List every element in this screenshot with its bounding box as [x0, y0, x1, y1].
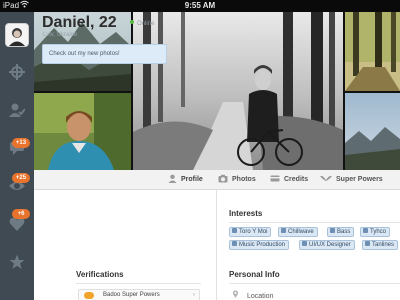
status-bar: iPad 9:55 AM: [0, 0, 400, 12]
badoo-icon: [84, 292, 94, 299]
verifications-title: Verifications: [76, 270, 124, 279]
visitors-badge: +25: [12, 173, 30, 183]
profile-tabs: Profile Photos Credits Super Powers: [34, 170, 400, 190]
profile-name: Daniel, 22: [42, 14, 117, 31]
location-pin-icon: [232, 290, 239, 300]
interest-icon: [365, 241, 370, 246]
online-status: Online: [130, 20, 154, 27]
heart-icon[interactable]: [0, 216, 34, 237]
personal-info-title: Personal Info: [229, 270, 280, 279]
interest-icon: [281, 228, 286, 233]
interests-divider: [229, 222, 400, 223]
tab-super-powers[interactable]: Super Powers: [320, 170, 383, 190]
crosshair-icon[interactable]: [0, 64, 34, 85]
profile-location: Lviv, Ukraine: [43, 32, 78, 38]
user-icon: [168, 170, 177, 190]
user-check-icon[interactable]: [0, 102, 34, 123]
app-window: iPad 9:55 AM +13 +25 +6 Profile Photos C…: [0, 0, 400, 300]
interest-label: UI/UX Designer: [309, 242, 351, 248]
likes-badge: +6: [12, 209, 30, 219]
camera-icon: [218, 170, 228, 190]
interest-label: Tyhco: [370, 229, 387, 235]
interest-chip[interactable]: UI/UX Designer: [299, 240, 355, 250]
sidebar: +13 +25 +6: [0, 12, 34, 300]
personal-info-location-row[interactable]: Location: [232, 290, 273, 300]
interest-icon: [232, 241, 237, 246]
interest-label: Tanlines: [372, 242, 395, 248]
tab-credits-label: Credits: [284, 176, 309, 183]
tab-profile-label: Profile: [181, 176, 203, 183]
avatar[interactable]: [5, 23, 29, 47]
online-label: Online: [137, 21, 155, 27]
column-divider: [216, 190, 217, 300]
verification-item[interactable]: Badoo Super Powers ›: [78, 289, 200, 300]
interest-chip[interactable]: Toro Y Moi: [229, 227, 272, 237]
interest-chip[interactable]: Tyhco: [360, 227, 391, 237]
interests-title: Interests: [229, 209, 263, 218]
messages-badge: +13: [12, 138, 30, 148]
interest-label: Music Production: [239, 242, 286, 248]
verification-item-label: Badoo Super Powers: [103, 292, 160, 298]
tab-photos-label: Photos: [232, 176, 256, 183]
star-icon[interactable]: [0, 254, 34, 275]
interest-icon: [363, 228, 368, 233]
online-dot-icon: [130, 20, 134, 24]
tab-photos[interactable]: Photos: [218, 170, 256, 190]
photo-gallery: [34, 12, 400, 170]
photo-sky[interactable]: [345, 93, 400, 170]
location-label: Location: [247, 293, 274, 300]
interest-chip[interactable]: Chillwave: [278, 227, 318, 237]
photo-forest[interactable]: [345, 12, 400, 91]
interest-label: Chillwave: [288, 229, 314, 235]
tab-profile[interactable]: Profile: [168, 170, 203, 190]
tab-super-powers-label: Super Powers: [336, 176, 383, 183]
interest-icon: [232, 228, 237, 233]
verifications-divider: [76, 283, 201, 284]
interest-chip[interactable]: Tanlines: [362, 240, 399, 250]
status-message[interactable]: Check out my new photos!: [42, 44, 167, 64]
interest-icon: [302, 241, 307, 246]
wings-icon: [320, 170, 332, 190]
clock: 9:55 AM: [184, 1, 216, 10]
interest-label: Bass: [337, 229, 351, 235]
tab-credits[interactable]: Credits: [270, 170, 308, 190]
credits-icon: [270, 170, 280, 190]
interest-icon: [330, 228, 335, 233]
interest-chip[interactable]: Bass: [327, 227, 355, 237]
interest-chip[interactable]: Music Production: [229, 240, 290, 250]
photo-portrait[interactable]: [34, 93, 131, 170]
chevron-right-icon: ›: [193, 292, 195, 298]
personal-info-divider: [229, 283, 400, 284]
photo-main[interactable]: [133, 12, 343, 170]
interest-label: Toro Y Moi: [239, 229, 268, 235]
